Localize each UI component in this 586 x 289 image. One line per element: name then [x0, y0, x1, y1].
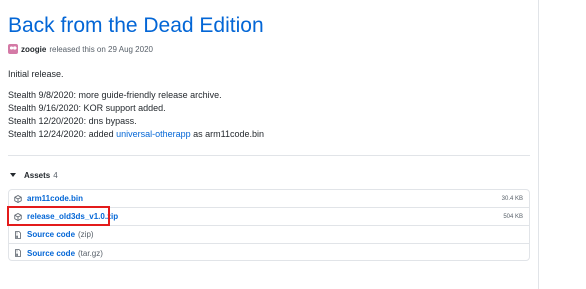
author-link[interactable]: zoogie — [21, 45, 46, 54]
asset-row[interactable]: arm11code.bin 30.4 KB — [9, 190, 529, 208]
asset-row[interactable]: Source code (tar.gz) — [9, 244, 529, 260]
avatar[interactable] — [8, 44, 18, 54]
caret-down-icon — [10, 173, 16, 177]
package-icon — [14, 194, 22, 203]
asset-link[interactable]: Source code — [27, 230, 75, 239]
universal-otherapp-link[interactable]: universal-otherapp — [116, 129, 191, 139]
release-panel: Back from the Dead Edition zoogie releas… — [0, 0, 539, 289]
asset-link[interactable]: release_old3ds_v1.0.zip — [27, 212, 118, 221]
file-zip-icon — [15, 230, 21, 239]
release-note-intro: Initial release. — [8, 69, 64, 79]
release-note-text: as arm11code.bin — [190, 129, 265, 139]
assets-toggle[interactable]: Assets 4 — [8, 170, 58, 180]
assets-count: 4 — [53, 170, 58, 180]
release-note-line: Stealth 12/20/2020: dns bypass. — [8, 116, 137, 126]
assets-list: arm11code.bin 30.4 KB release_old3ds_v1.… — [8, 189, 530, 261]
asset-size: 504 KB — [503, 213, 523, 220]
release-date-text: released this on 29 Aug 2020 — [49, 44, 153, 54]
release-note-text: Stealth 12/24/2020: added — [8, 129, 117, 139]
file-zip-icon — [15, 249, 21, 257]
release-note-line: Stealth 12/24/2020: added universal-othe… — [8, 128, 264, 140]
asset-link[interactable]: arm11code.bin — [27, 194, 83, 203]
asset-ext: (zip) — [78, 230, 94, 239]
asset-row[interactable]: Source code (zip) — [9, 226, 529, 244]
release-note-line: Stealth 9/16/2020: KOR support added. — [8, 103, 166, 113]
release-meta: zoogie released this on 29 Aug 2020 — [8, 42, 153, 56]
release-note-line: Stealth 9/8/2020: more guide-friendly re… — [8, 90, 222, 100]
asset-size: 30.4 KB — [501, 195, 523, 202]
package-icon — [14, 212, 22, 221]
asset-ext: (tar.gz) — [78, 248, 103, 258]
release-title[interactable]: Back from the Dead Edition — [8, 13, 264, 39]
asset-link[interactable]: Source code — [27, 249, 75, 258]
assets-label: Assets — [24, 170, 51, 180]
divider — [8, 155, 530, 156]
asset-row[interactable]: release_old3ds_v1.0.zip 504 KB — [9, 208, 529, 226]
